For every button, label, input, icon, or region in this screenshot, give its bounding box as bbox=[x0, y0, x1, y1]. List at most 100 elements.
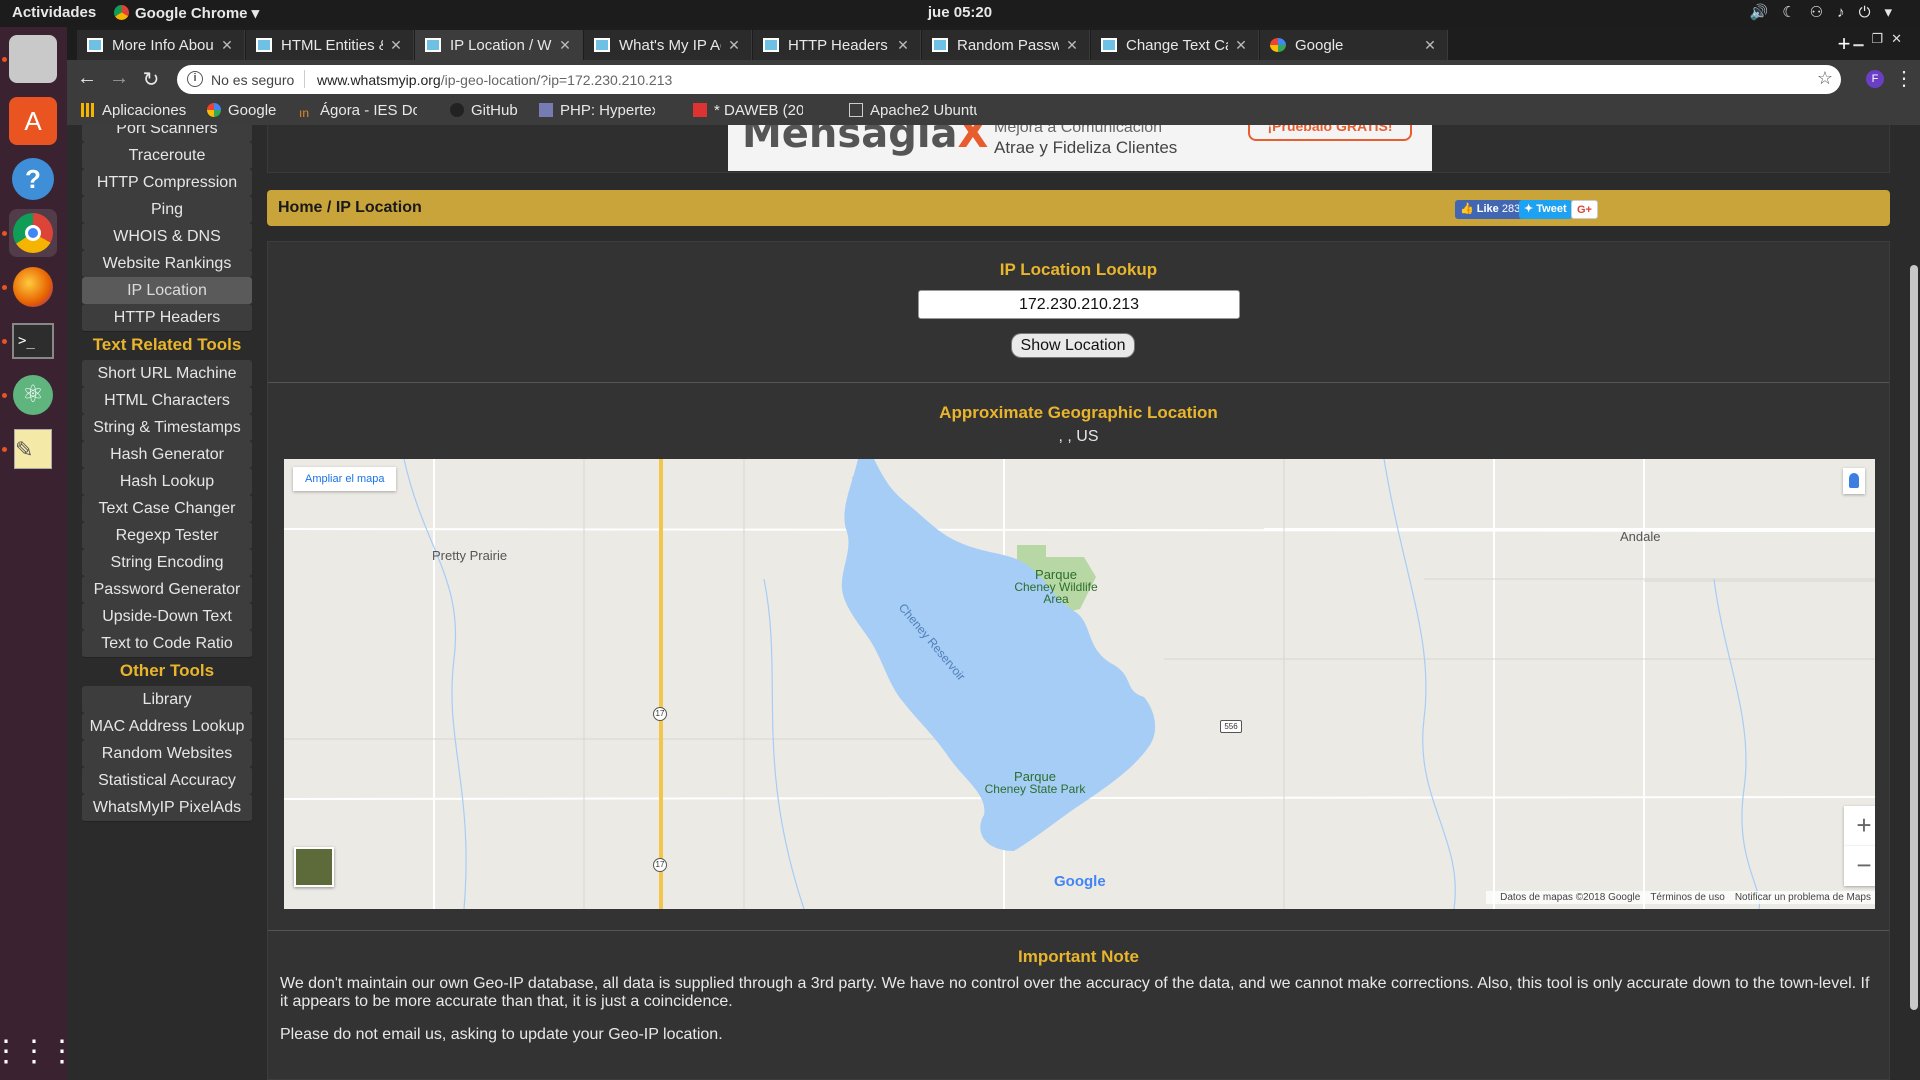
back-icon[interactable]: ← bbox=[73, 67, 101, 90]
close-icon[interactable]: ✕ bbox=[727, 37, 741, 54]
sidebar-item-ip-location[interactable]: IP Location bbox=[82, 277, 252, 305]
note-heading: Important Note bbox=[1018, 947, 1139, 966]
sidebar-item-http-compression[interactable]: HTTP Compression bbox=[82, 169, 252, 197]
forward-icon[interactable]: → bbox=[105, 67, 133, 90]
address-bar[interactable]: i No es seguro www.whatsmyip.org/ip-geo-… bbox=[177, 65, 1841, 94]
advertisement-banner[interactable]: MensagiaX Mejora a Comunicación Atrae y … bbox=[728, 125, 1432, 171]
security-label[interactable]: No es seguro bbox=[211, 72, 294, 88]
bookmark-apps[interactable]: Aplicaciones bbox=[81, 102, 186, 119]
sidebar-item-http-headers[interactable]: HTTP Headers bbox=[82, 304, 252, 332]
bookmark-github[interactable]: GitHub bbox=[450, 102, 518, 119]
php-icon bbox=[539, 103, 553, 117]
sidebar-item-port-scanners[interactable]: Port Scanners bbox=[82, 125, 252, 143]
sidebar-item-html-characters[interactable]: HTML Characters bbox=[82, 387, 252, 415]
close-icon[interactable]: ✕ bbox=[558, 37, 572, 54]
sidebar-item-short-url-machine[interactable]: Short URL Machine bbox=[82, 360, 252, 388]
show-applications-icon[interactable]: ⋮⋮⋮ bbox=[0, 1027, 77, 1075]
ip-input[interactable] bbox=[918, 290, 1240, 319]
bookmark-php[interactable]: PHP: Hypertext P bbox=[539, 102, 655, 119]
bookmark-apache[interactable]: Apache2 Ubuntu bbox=[849, 102, 977, 119]
minimize-icon[interactable]: ▁ bbox=[1853, 31, 1871, 46]
page-scrollbar[interactable] bbox=[1908, 125, 1920, 1080]
lookup-heading: IP Location Lookup bbox=[999, 260, 1158, 279]
tab-7[interactable]: Google ✕ bbox=[1260, 30, 1448, 60]
tab-6[interactable]: Change Text Case / W ✕ bbox=[1091, 30, 1259, 60]
sidebar-item-ping[interactable]: Ping bbox=[82, 196, 252, 224]
url-text[interactable]: www.whatsmyip.org/ip-geo-location/?ip=17… bbox=[317, 72, 672, 88]
close-icon[interactable]: ✕ bbox=[896, 37, 910, 54]
chrome-dock-icon[interactable] bbox=[9, 209, 57, 257]
bookmark-agora[interactable]: ın Ágora - IES Doña bbox=[299, 102, 417, 120]
bookmark-daweb[interactable]: * DAWEB (2018- bbox=[693, 102, 803, 119]
tab-1[interactable]: HTML Entities & Spec ✕ bbox=[246, 30, 414, 60]
firefox-icon[interactable] bbox=[9, 263, 57, 311]
sidebar-item-random-websites[interactable]: Random Websites bbox=[82, 740, 252, 768]
info-icon[interactable]: i bbox=[187, 71, 203, 87]
software-center-icon[interactable]: A bbox=[9, 97, 57, 145]
ad-line-2: Atrae y Fideliza Clientes bbox=[994, 138, 1178, 157]
files-icon[interactable] bbox=[9, 35, 57, 83]
profile-avatar[interactable]: F bbox=[1866, 70, 1884, 88]
ad-brand-text: Mensagia bbox=[742, 125, 958, 157]
help-icon[interactable]: ? bbox=[9, 155, 57, 203]
bookmark-label: PHP: Hypertext P bbox=[560, 102, 655, 119]
sidebar-item-website-rankings[interactable]: Website Rankings bbox=[82, 250, 252, 278]
google-plus-button[interactable]: G+ bbox=[1571, 200, 1598, 219]
clock[interactable]: jue 05:20 bbox=[0, 4, 1920, 21]
tab-0[interactable]: More Info About You ✕ bbox=[77, 30, 245, 60]
facebook-like-button[interactable]: 👍 Like 283 bbox=[1455, 200, 1526, 219]
terminal-icon[interactable]: >_ bbox=[9, 317, 57, 365]
map-terms-link[interactable]: Términos de uso bbox=[1650, 892, 1724, 903]
bookmark-google[interactable]: Google bbox=[207, 102, 276, 119]
sidebar-item-mac-address-lookup[interactable]: MAC Address Lookup bbox=[82, 713, 252, 741]
tab-3[interactable]: What's My IP Address ✕ bbox=[584, 30, 752, 60]
tab-4[interactable]: HTTP Headers / What ✕ bbox=[753, 30, 921, 60]
restore-icon[interactable]: ❐ bbox=[1871, 31, 1891, 46]
sidebar-item-password-generator[interactable]: Password Generator bbox=[82, 576, 252, 604]
sidebar-item-regexp-tester[interactable]: Regexp Tester bbox=[82, 522, 252, 550]
system-tray[interactable]: 🔊☾⚇♪⏻▾ bbox=[1750, 3, 1907, 21]
text-editor-icon[interactable]: ✎ bbox=[9, 425, 57, 473]
reload-icon[interactable]: ↻ bbox=[137, 67, 165, 92]
sidebar-item-statistical-accuracy[interactable]: Statistical Accuracy bbox=[82, 767, 252, 795]
tab-5[interactable]: Random Password Ge ✕ bbox=[922, 30, 1090, 60]
map-report-link[interactable]: Notificar un problema de Maps bbox=[1735, 892, 1871, 903]
ad-cta-button[interactable]: ¡Pruébalo GRATIS! bbox=[1248, 125, 1412, 141]
zoom-in-button[interactable]: + bbox=[1844, 806, 1875, 846]
close-icon[interactable]: ✕ bbox=[1065, 37, 1079, 54]
street-view-pegman-icon[interactable] bbox=[1843, 468, 1865, 494]
close-icon[interactable]: ✕ bbox=[220, 37, 234, 54]
close-icon[interactable]: ✕ bbox=[389, 37, 403, 54]
star-icon[interactable]: ☆ bbox=[1817, 68, 1833, 89]
close-icon[interactable]: ✕ bbox=[1423, 37, 1437, 54]
sound-icon: ♪ bbox=[1837, 4, 1859, 21]
zoom-out-button[interactable]: − bbox=[1844, 846, 1875, 886]
close-icon[interactable]: ✕ bbox=[1234, 37, 1248, 54]
location-map[interactable]: Pretty Prairie Andale Cheney Reservoir P… bbox=[284, 459, 1875, 909]
tweet-button[interactable]: ✦ Tweet bbox=[1519, 200, 1572, 219]
sidebar-item-string-timestamps[interactable]: String & Timestamps bbox=[82, 414, 252, 442]
lookup-panel: IP Location Lookup Show Location Approxi… bbox=[267, 241, 1890, 1080]
sidebar-item-upside-down-text[interactable]: Upside-Down Text bbox=[82, 603, 252, 631]
sidebar-item-hash-generator[interactable]: Hash Generator bbox=[82, 441, 252, 469]
show-location-button[interactable]: Show Location bbox=[1011, 333, 1135, 358]
running-indicator bbox=[2, 57, 7, 62]
atom-icon[interactable]: ⚛ bbox=[9, 371, 57, 419]
close-window-icon[interactable]: ✕ bbox=[1891, 31, 1910, 46]
scrollbar-thumb[interactable] bbox=[1910, 265, 1918, 1010]
sidebar-item-whatsmyip-pixelads[interactable]: WhatsMyIP PixelAds bbox=[82, 794, 252, 822]
sidebar-item-library[interactable]: Library bbox=[82, 686, 252, 714]
breadcrumb-home[interactable]: Home bbox=[278, 199, 322, 216]
sidebar-item-string-encoding[interactable]: String Encoding bbox=[82, 549, 252, 577]
divider bbox=[304, 70, 305, 88]
expand-map-button[interactable]: Ampliar el mapa bbox=[293, 467, 397, 491]
moon-icon: ☾ bbox=[1782, 4, 1810, 21]
sidebar-item-hash-lookup[interactable]: Hash Lookup bbox=[82, 468, 252, 496]
menu-icon[interactable]: ⋮ bbox=[1894, 66, 1914, 91]
tab-2[interactable]: IP Location / WhatsM ✕ bbox=[415, 30, 583, 60]
sidebar-item-text-to-code-ratio[interactable]: Text to Code Ratio bbox=[82, 630, 252, 658]
satellite-toggle[interactable] bbox=[294, 847, 334, 887]
sidebar-item-traceroute[interactable]: Traceroute bbox=[82, 142, 252, 170]
sidebar-item-text-case-changer[interactable]: Text Case Changer bbox=[82, 495, 252, 523]
sidebar-item-whois-dns[interactable]: WHOIS & DNS bbox=[82, 223, 252, 251]
